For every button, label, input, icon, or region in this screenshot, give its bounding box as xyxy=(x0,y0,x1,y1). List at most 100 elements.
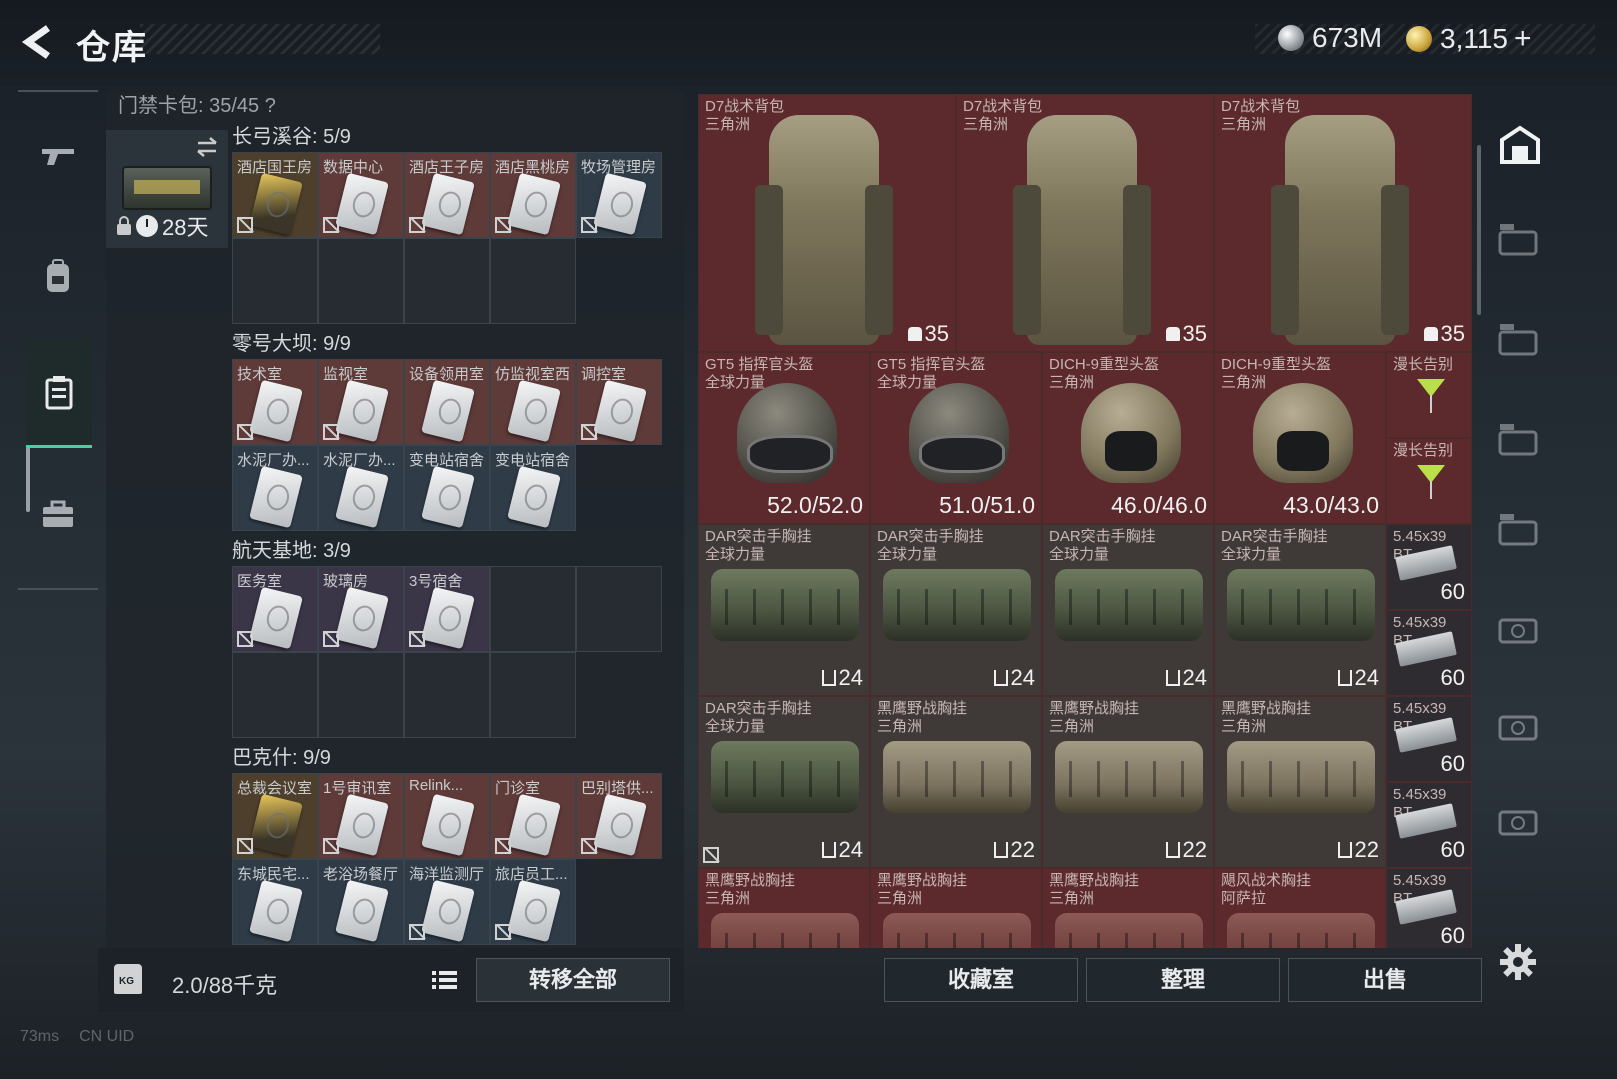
ammo-count: 60 xyxy=(1440,665,1465,690)
keycard-slot[interactable]: 仿监视室西 xyxy=(490,359,576,445)
inventory-item[interactable]: 漫长告别 xyxy=(1386,352,1472,438)
keycard-slot[interactable]: 老浴场餐厅 xyxy=(318,859,404,945)
no-bind-icon xyxy=(495,217,511,233)
keycard-slot[interactable]: 水泥厂办... xyxy=(232,445,318,531)
inventory-item[interactable]: 黑鹰野战胸挂 三角洲 22 xyxy=(1214,696,1386,868)
gold-amount: 3,115 xyxy=(1440,23,1508,54)
inventory-item[interactable]: 5.45x39BT 60 xyxy=(1386,524,1472,610)
nav-weapons[interactable] xyxy=(28,126,88,186)
extension-box-icon[interactable] xyxy=(1496,420,1544,468)
keycard-panel: 门禁卡包: 35/45 ? 28天 长弓溪谷: 5/9 酒店国王房 数据中心 酒… xyxy=(106,92,684,954)
inventory-item[interactable]: 5.45x39BT 60 xyxy=(1386,868,1472,948)
inventory-item[interactable]: DICH-9重型头盔 三角洲 43.0/43.0 xyxy=(1214,352,1386,524)
extension-box-icon[interactable] xyxy=(1496,320,1544,368)
keycard-slot[interactable]: 东城民宅... xyxy=(232,859,318,945)
inventory-item[interactable]: 5.45x39BT 60 xyxy=(1386,696,1472,782)
extension-box-icon[interactable] xyxy=(1496,800,1544,848)
capacity-value: 22 xyxy=(1010,837,1035,862)
inventory-item[interactable]: DICH-9重型头盔 三角洲 46.0/46.0 xyxy=(1042,352,1214,524)
inventory-item[interactable]: DAR突击手胸挂 全球力量 24 xyxy=(1214,524,1386,696)
keycard-slot[interactable]: 水泥厂办... xyxy=(318,445,404,531)
keycard-slot[interactable]: 牧场管理房 xyxy=(576,152,662,238)
keycard-slot[interactable]: 变电站宿舍 xyxy=(490,445,576,531)
inventory-scrollbar[interactable] xyxy=(1477,145,1481,315)
silver-currency: 673M xyxy=(1278,22,1382,54)
lock-icon xyxy=(117,216,131,235)
no-bind-icon xyxy=(495,838,511,854)
extension-box-icon[interactable] xyxy=(1496,705,1544,753)
gold-currency[interactable]: 3,115 + xyxy=(1406,22,1532,56)
keycard-slot[interactable]: 3号宿舍 xyxy=(404,566,490,652)
keycard-slot[interactable]: 门诊室 xyxy=(490,773,576,859)
keycard-slot[interactable]: 数据中心 xyxy=(318,152,404,238)
inventory-item[interactable]: DAR突击手胸挂 全球力量 24 xyxy=(698,524,870,696)
item-name: D7战术背包 xyxy=(963,98,1043,115)
empty-slot xyxy=(232,238,318,324)
item-name: 5.45x39 xyxy=(1393,614,1447,631)
sell-button[interactable]: 出售 xyxy=(1288,958,1482,1002)
main-storage-icon[interactable] xyxy=(1496,122,1544,170)
keycard-icon xyxy=(421,465,475,529)
ammo-count: 60 xyxy=(1440,579,1465,604)
nav-equipment[interactable] xyxy=(28,246,88,306)
inventory-item[interactable]: 黑鹰野战胸挂 三角洲 xyxy=(870,868,1042,948)
keycard-slot[interactable]: 巴别塔供... xyxy=(576,773,662,859)
capacity-icon xyxy=(1165,327,1180,341)
swap-icon[interactable] xyxy=(194,134,220,160)
no-bind-icon xyxy=(409,217,425,233)
inventory-item[interactable]: DAR突击手胸挂 全球力量 24 xyxy=(1042,524,1214,696)
keycard-pack-header[interactable]: 门禁卡包: 35/45 ? xyxy=(118,92,276,120)
keycard-slot[interactable]: 酒店黑桃房 xyxy=(490,152,576,238)
back-arrow-icon[interactable] xyxy=(18,22,58,62)
keycard-slot[interactable]: 设备领用室 xyxy=(404,359,490,445)
keycard-slot[interactable]: 医务室 xyxy=(232,566,318,652)
inventory-item[interactable]: 5.45x39BT 60 xyxy=(1386,782,1472,868)
extension-box-icon[interactable] xyxy=(1496,220,1544,268)
inventory-item[interactable]: DAR突击手胸挂 全球力量 24 xyxy=(870,524,1042,696)
ammo-count: 60 xyxy=(1440,751,1465,776)
inventory-item[interactable]: 黑鹰野战胸挂 三角洲 22 xyxy=(1042,696,1214,868)
keycard-slot[interactable]: 海洋监测厅 xyxy=(404,859,490,945)
left-nav xyxy=(18,90,98,590)
backpack-icon xyxy=(1013,115,1151,345)
keycard-slot[interactable]: 技术室 xyxy=(232,359,318,445)
inventory-item[interactable]: D7战术背包 三角洲 35 xyxy=(698,94,956,352)
list-view-icon[interactable] xyxy=(426,962,462,998)
transfer-all-button[interactable]: 转移全部 xyxy=(476,958,670,1002)
inventory-item[interactable]: GT5 指挥官头盔 全球力量 52.0/52.0 xyxy=(698,352,870,524)
keycard-slot[interactable]: 监视室 xyxy=(318,359,404,445)
keycard-slot[interactable]: 总裁会议室 xyxy=(232,773,318,859)
keycard-slot[interactable]: 1号审讯室 xyxy=(318,773,404,859)
keycard-slot[interactable]: Relink... xyxy=(404,773,490,859)
keycard-slot[interactable]: 酒店王子房 xyxy=(404,152,490,238)
keycard-case-icon xyxy=(45,375,73,409)
no-bind-icon xyxy=(495,924,511,940)
keycard-slot[interactable]: 变电站宿舍 xyxy=(404,445,490,531)
inventory-item[interactable]: 黑鹰野战胸挂 三角洲 22 xyxy=(870,696,1042,868)
extension-box-icon[interactable] xyxy=(1496,608,1544,656)
gear-icon[interactable] xyxy=(1498,942,1538,982)
inventory-item[interactable]: D7战术背包 三角洲 35 xyxy=(956,94,1214,352)
collection-room-button[interactable]: 收藏室 xyxy=(884,958,1078,1002)
inventory-item[interactable]: 飓风战术胸挂 阿萨拉 xyxy=(1214,868,1386,948)
nav-cases[interactable] xyxy=(28,484,88,544)
backpack-icon xyxy=(755,115,893,345)
keycard-slot[interactable]: 调控室 xyxy=(576,359,662,445)
inventory-item[interactable]: 5.45x39BT 60 xyxy=(1386,610,1472,696)
inventory-item[interactable]: GT5 指挥官头盔 全球力量 51.0/51.0 xyxy=(870,352,1042,524)
item-name: 漫长告别 xyxy=(1393,442,1454,459)
keycard-slot[interactable]: 旅店员工... xyxy=(490,859,576,945)
extension-box-icon[interactable] xyxy=(1496,510,1544,558)
nav-keycards[interactable] xyxy=(26,338,92,448)
keycard-slot[interactable]: 酒店国王房 xyxy=(232,152,318,238)
inventory-item[interactable]: 漫长告别 xyxy=(1386,438,1472,524)
inventory-item[interactable]: D7战术背包 三角洲 35 xyxy=(1214,94,1472,352)
inventory-item[interactable]: 黑鹰野战胸挂 三角洲 xyxy=(698,868,870,948)
sort-button[interactable]: 整理 xyxy=(1086,958,1280,1002)
inventory-item[interactable]: DAR突击手胸挂 全球力量 24 xyxy=(698,696,870,868)
inventory-item[interactable]: 黑鹰野战胸挂 三角洲 xyxy=(1042,868,1214,948)
keycard-slot[interactable]: 玻璃房 xyxy=(318,566,404,652)
chest-rig-icon xyxy=(1055,569,1203,641)
add-currency-button[interactable]: + xyxy=(1514,22,1532,56)
keycard-case-slot[interactable]: 28天 xyxy=(106,130,228,248)
